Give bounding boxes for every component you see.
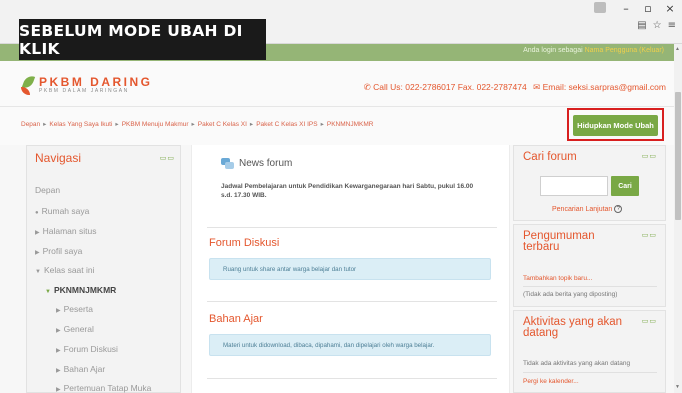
course-content: News forum Jadwal Pembelajaran untuk Pen… bbox=[191, 145, 510, 393]
maximize-button[interactable]: ▫ bbox=[642, 2, 654, 15]
upcoming-events-block: Aktivitas yang akan datang ▭▭ Tidak ada … bbox=[513, 310, 666, 393]
block-dock-icon[interactable]: ▭▭ bbox=[642, 152, 657, 160]
announcements-empty: (Tidak ada berita yang diposting) bbox=[523, 291, 618, 298]
phone-text: Call Us: 022-2786017 Fax. 022-2787474 bbox=[373, 82, 527, 92]
right-sidebar: Cari forum ▭▭ Cari Pencarian Lanjutan? P… bbox=[513, 145, 666, 393]
leaf-logo-icon bbox=[21, 73, 36, 95]
expand-icon: ▶ bbox=[56, 387, 61, 393]
nav-item-course[interactable]: ▼ PKNMNJMKMR bbox=[45, 285, 116, 295]
page-icon[interactable]: ▤ bbox=[637, 20, 646, 31]
logo-title: PKBM DARING bbox=[39, 74, 153, 89]
section-title-forum-diskusi[interactable]: Forum Diskusi bbox=[209, 237, 279, 249]
block-dock-icon[interactable]: ▭▭ bbox=[160, 154, 175, 162]
expand-icon: ▶ bbox=[35, 230, 40, 236]
breadcrumb-item[interactable]: Kelas Yang Saya Ikuti bbox=[49, 121, 112, 128]
breadcrumb-arrow-icon: ▸ bbox=[249, 121, 254, 128]
site-logo[interactable]: PKBM DARING PKBM DALAM JARINGAN bbox=[21, 73, 153, 95]
scroll-up-icon[interactable]: ▲ bbox=[675, 46, 680, 52]
vertical-scrollbar[interactable]: ▲ ▼ bbox=[674, 44, 682, 393]
window-controls: – ▫ × bbox=[594, 2, 676, 15]
search-forum-block: Cari forum ▭▭ Cari Pencarian Lanjutan? bbox=[513, 145, 666, 221]
expand-icon: ▶ bbox=[35, 250, 40, 256]
collapse-icon: ▼ bbox=[35, 269, 41, 275]
profile-icon[interactable] bbox=[594, 2, 606, 13]
block-divider bbox=[523, 286, 657, 287]
nav-item-kelas-saat-ini[interactable]: ▼ Kelas saat ini bbox=[35, 265, 95, 275]
nav-item-general[interactable]: ▶ General bbox=[56, 324, 94, 334]
expand-icon: ▶ bbox=[56, 328, 61, 334]
email-text: Email: seksi.sarpras@gmail.com bbox=[542, 82, 666, 92]
forum-icon bbox=[221, 158, 234, 169]
menu-icon[interactable]: ≡ bbox=[668, 20, 676, 31]
section-summary: Ruang untuk share antar warga belajar da… bbox=[209, 258, 491, 280]
breadcrumb-item[interactable]: Paket C Kelas XI IPS bbox=[256, 121, 317, 128]
announcements-title: Pengumuman terbaru bbox=[523, 230, 595, 253]
nav-item-pertemuan-tatap-muka[interactable]: ▶ Pertemuan Tatap Muka bbox=[56, 383, 151, 393]
upcoming-events-title: Aktivitas yang akan datang bbox=[523, 316, 623, 339]
minimize-button[interactable]: – bbox=[620, 2, 632, 15]
breadcrumb-arrow-icon: ▸ bbox=[320, 121, 324, 128]
breadcrumb-item[interactable]: Paket C Kelas XI bbox=[198, 121, 247, 128]
navigation-title: Navigasi bbox=[35, 151, 82, 165]
breadcrumb-arrow-icon: ▸ bbox=[115, 121, 119, 128]
search-forum-title: Cari forum bbox=[523, 151, 577, 163]
announcements-block: Pengumuman terbaru ▭▭ Tambahkan topik ba… bbox=[513, 224, 666, 307]
breadcrumb-arrow-icon: ▸ bbox=[43, 121, 47, 128]
breadcrumb-item[interactable]: PKNMNJMKMR bbox=[327, 121, 374, 128]
add-topic-link[interactable]: Tambahkan topik baru... bbox=[523, 275, 592, 282]
mail-icon: ✉ bbox=[533, 82, 541, 92]
edit-mode-button[interactable]: Hidupkan Mode Ubah bbox=[573, 115, 658, 136]
breadcrumb-item[interactable]: Depan bbox=[21, 121, 40, 128]
news-forum-description: Jadwal Pembelajaran untuk Pendidikan Kew… bbox=[221, 183, 474, 199]
breadcrumb-item[interactable]: PKBM Menuju Makmur bbox=[122, 121, 189, 128]
block-dock-icon[interactable]: ▭▭ bbox=[642, 231, 657, 239]
nav-item-profil-saya[interactable]: ▶ Profil saya bbox=[35, 246, 82, 256]
site-header: PKBM DARING PKBM DALAM JARINGAN ✆ Call U… bbox=[0, 61, 674, 107]
breadcrumb: Depan ▸ Kelas Yang Saya Ikuti ▸ PKBM Menuju … bbox=[21, 120, 373, 128]
section-title-bahan-ajar[interactable]: Bahan Ajar bbox=[209, 313, 263, 325]
search-forum-input[interactable] bbox=[540, 176, 608, 196]
collapse-icon: ▼ bbox=[45, 289, 51, 295]
nav-item-depan[interactable]: Depan bbox=[35, 185, 60, 195]
contact-info: ✆ Call Us: 022-2786017 Fax. 022-2787474 … bbox=[364, 82, 666, 93]
nav-item-peserta[interactable]: ▶ Peserta bbox=[56, 304, 93, 314]
scroll-down-icon[interactable]: ▼ bbox=[675, 384, 680, 390]
login-prefix: Anda login sebagai bbox=[523, 47, 583, 54]
advanced-search-link[interactable]: Pencarian Lanjutan? bbox=[552, 205, 623, 213]
expand-icon: ▶ bbox=[56, 348, 61, 354]
nav-item-forum-diskusi[interactable]: ▶ Forum Diskusi bbox=[56, 344, 118, 354]
section-divider bbox=[207, 378, 497, 379]
bullet-icon: ● bbox=[35, 210, 39, 216]
nav-item-bahan-ajar[interactable]: ▶ Bahan Ajar bbox=[56, 364, 105, 374]
close-button[interactable]: × bbox=[664, 2, 676, 15]
browser-toolbar: ▤ ☆ ≡ bbox=[637, 20, 676, 31]
news-forum-link[interactable]: News forum bbox=[221, 158, 292, 169]
scroll-thumb[interactable] bbox=[675, 92, 681, 220]
block-dock-icon[interactable]: ▭▭ bbox=[642, 317, 657, 325]
news-forum-title: News forum bbox=[239, 158, 293, 169]
breadcrumb-arrow-icon: ▸ bbox=[191, 121, 195, 128]
expand-icon: ▶ bbox=[56, 308, 61, 314]
search-forum-button[interactable]: Cari bbox=[611, 176, 639, 196]
star-icon[interactable]: ☆ bbox=[653, 20, 662, 31]
block-divider bbox=[523, 372, 657, 373]
upcoming-empty: Tidak ada aktivitas yang akan datang bbox=[523, 360, 631, 367]
caption-label: SEBELUM MODE UBAH DI KLIK bbox=[19, 19, 266, 60]
nav-item-rumah-saya[interactable]: ● Rumah saya bbox=[35, 206, 89, 216]
help-icon[interactable]: ? bbox=[614, 205, 623, 213]
login-user-link[interactable]: Nama Pengguna (Keluar) bbox=[585, 47, 664, 54]
section-divider bbox=[207, 227, 497, 228]
nav-item-halaman-situs[interactable]: ▶ Halaman situs bbox=[35, 226, 96, 236]
navigation-block: Navigasi ▭▭ Depan ● Rumah saya ▶ Halaman s… bbox=[26, 145, 181, 393]
expand-icon: ▶ bbox=[56, 368, 61, 374]
calendar-link[interactable]: Pergi ke kalender... bbox=[523, 378, 579, 385]
logo-subtitle: PKBM DALAM JARINGAN bbox=[39, 87, 129, 94]
section-divider bbox=[207, 301, 497, 302]
section-summary: Materi untuk didownload, dibaca, dipaham… bbox=[209, 334, 491, 356]
login-info: Anda login sebagai Nama Pengguna (Keluar… bbox=[523, 47, 664, 54]
phone-icon: ✆ bbox=[363, 82, 371, 92]
